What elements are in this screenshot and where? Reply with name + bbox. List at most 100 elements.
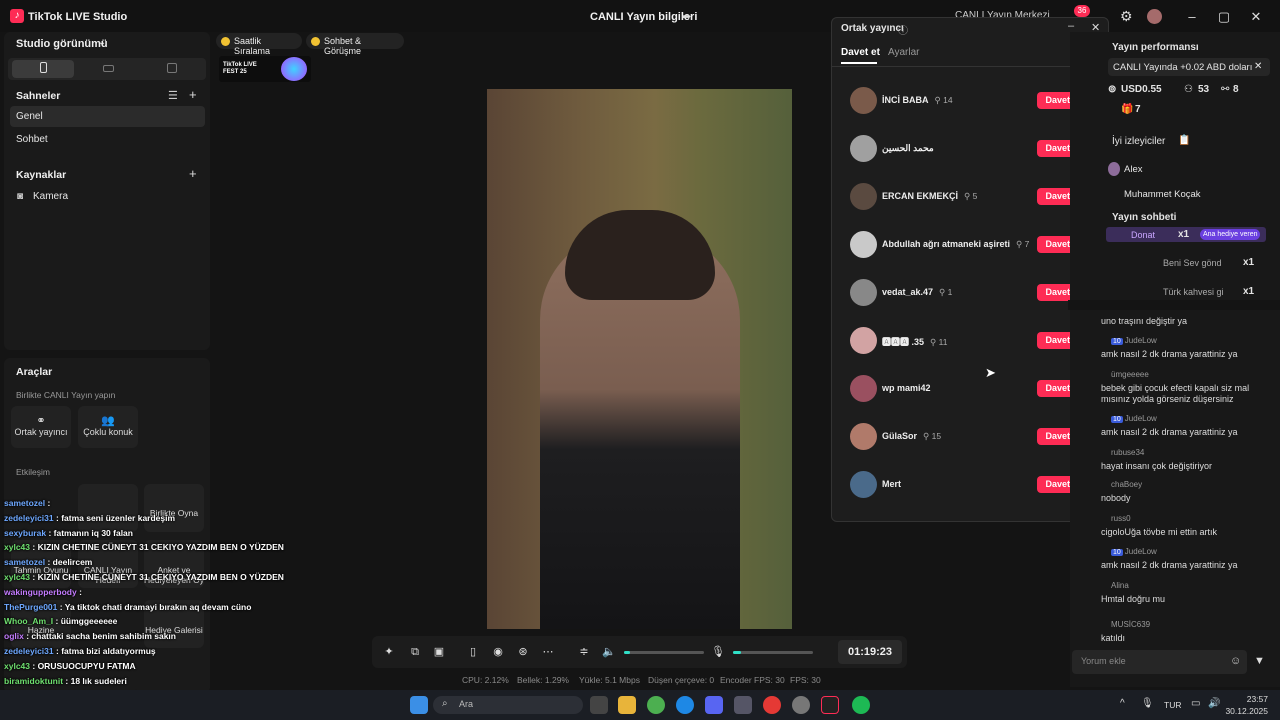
tab-invite[interactable]: Davet et bbox=[841, 47, 880, 58]
chat-username-text: chaBoey bbox=[1111, 480, 1143, 489]
phone-preview-icon[interactable]: ▯ bbox=[466, 645, 480, 659]
multi-guest-card[interactable]: 👥 Çoklu konuk bbox=[78, 406, 138, 448]
chat-username[interactable]: 10 JudeLow bbox=[1111, 336, 1157, 345]
chevron-up-icon[interactable]: ^ bbox=[1120, 698, 1125, 709]
co-host-name: ERCAN EKMEKÇİ ⚲ 5 bbox=[882, 191, 978, 201]
chrome-icon[interactable] bbox=[647, 696, 665, 714]
network-icon[interactable]: ▭ bbox=[1191, 698, 1200, 709]
studio-view-dropdown[interactable]: Studio görünümü bbox=[16, 38, 108, 50]
maximize-button[interactable]: ▢ bbox=[1212, 8, 1236, 26]
language-indicator[interactable]: TUR bbox=[1164, 700, 1181, 710]
viewers-count: 53 bbox=[1198, 84, 1210, 95]
app-icon[interactable] bbox=[734, 696, 752, 714]
chat-username[interactable]: 10 JudeLow bbox=[1111, 414, 1157, 423]
volume-icon[interactable]: 🔊 bbox=[1208, 698, 1220, 709]
clock-date[interactable]: 30.12.2025 bbox=[1222, 706, 1268, 716]
clipboard-icon[interactable]: 📋 bbox=[1178, 135, 1190, 146]
file-explorer-icon[interactable] bbox=[618, 696, 636, 714]
more-icon[interactable]: ⋯ bbox=[541, 645, 555, 659]
tiktok-studio-icon[interactable] bbox=[821, 696, 839, 714]
filter-icon[interactable]: ▼ bbox=[1254, 655, 1265, 667]
chat-message: : fatmanın iq 30 falan bbox=[48, 527, 133, 538]
chat-username[interactable]: MUSİC639 bbox=[1111, 620, 1150, 629]
co-host-name: wp mami42 bbox=[882, 383, 931, 393]
tab-settings[interactable]: Ayarlar bbox=[888, 47, 920, 58]
panel-minimize-button[interactable]: – bbox=[1068, 20, 1074, 32]
mixer-icon[interactable]: ≑ bbox=[577, 645, 591, 659]
close-button[interactable]: ✕ bbox=[1244, 8, 1268, 26]
discord-icon[interactable] bbox=[705, 696, 723, 714]
clock-time[interactable]: 23:57 bbox=[1228, 694, 1268, 704]
effects-icon[interactable]: ⧉ bbox=[408, 645, 422, 659]
comment-input[interactable]: Yorum ekle bbox=[1072, 650, 1247, 674]
camera-settings-icon[interactable]: ⊛ bbox=[516, 645, 530, 659]
hourly-ranking-chip[interactable]: Saatlik Sıralama bbox=[216, 33, 302, 56]
mic-tray-icon[interactable]: 🎙 bbox=[1141, 698, 1154, 709]
add-scene-button[interactable]: + bbox=[189, 87, 197, 102]
co-host-name: Mert bbox=[882, 479, 902, 489]
chat-meet-chip[interactable]: Sohbet & Görüşme bbox=[306, 33, 404, 56]
speaker-icon[interactable]: 🔈 bbox=[602, 645, 616, 659]
microphone-icon[interactable]: 🎙 bbox=[711, 645, 725, 659]
overlay-chat-line: zedeleyici31 : fatma bizi aldatıyormuş bbox=[4, 646, 304, 661]
live-fest-banner[interactable]: TikTok LIVE FEST 25 bbox=[219, 56, 311, 82]
chat-message: : bbox=[79, 586, 82, 597]
overlay-chat-line: sametozel : bbox=[4, 498, 304, 513]
chat-username: zedeleyici31 bbox=[4, 512, 54, 523]
top-viewer-2[interactable]: Muhammet Koçak bbox=[1124, 189, 1201, 199]
chat-message: amk nasıl 2 dk drama yarattiniz ya bbox=[1101, 427, 1238, 437]
follower-count: ⚲ 5 bbox=[964, 191, 978, 201]
link-icon: ⚭ bbox=[36, 415, 46, 427]
record-icon[interactable]: ◉ bbox=[491, 645, 505, 659]
chat-username: zedeleyici31 bbox=[4, 645, 54, 656]
chat-username[interactable]: russ0 bbox=[1111, 514, 1131, 523]
chat-username: sametozel bbox=[4, 498, 46, 508]
windows-start-icon[interactable] bbox=[410, 696, 428, 714]
speaker-volume-slider[interactable] bbox=[624, 651, 704, 654]
banner-close-icon[interactable]: ✕ bbox=[1254, 61, 1262, 72]
help-icon[interactable]: ⓘ bbox=[898, 22, 908, 37]
chat-username[interactable]: rubuse34 bbox=[1111, 448, 1144, 457]
minimize-button[interactable]: – bbox=[1180, 8, 1204, 26]
mic-volume-slider[interactable] bbox=[733, 651, 813, 654]
source-item-camera[interactable]: Kamera bbox=[33, 191, 68, 202]
overlay-chat-line: zedeleyici31 : fatma seni üzenler kardeş… bbox=[4, 513, 304, 528]
chevron-down-icon[interactable]: ⌄ bbox=[98, 37, 106, 48]
live-timer: 01:19:23 bbox=[838, 640, 902, 664]
app-icon[interactable] bbox=[792, 696, 810, 714]
stat-dropped: Düşen çerçeve: 0 bbox=[648, 675, 715, 685]
avatar[interactable] bbox=[1147, 9, 1162, 24]
spotify-icon[interactable] bbox=[852, 696, 870, 714]
hourly-ranking-label: Saatlik Sıralama bbox=[234, 36, 271, 56]
chat-username[interactable]: 10 JudeLow bbox=[1111, 547, 1157, 556]
co-host-card[interactable]: ⚭ Ortak yayıncı bbox=[11, 406, 71, 448]
add-source-button[interactable]: + bbox=[189, 166, 197, 181]
emoji-icon[interactable]: ☺ bbox=[1230, 655, 1241, 667]
list-icon[interactable]: ☰ bbox=[168, 89, 178, 102]
settings-gear-icon[interactable]: ⚙ bbox=[1120, 8, 1133, 25]
chat-username[interactable]: ümgeeeee bbox=[1111, 370, 1149, 379]
chat-username[interactable]: chaBoey bbox=[1111, 480, 1142, 489]
engagement-heading: Etkileşim bbox=[16, 467, 51, 477]
layout-icon[interactable]: ▣ bbox=[432, 645, 446, 659]
top-viewer-1[interactable]: Alex bbox=[1124, 164, 1142, 175]
opera-icon[interactable] bbox=[763, 696, 781, 714]
overlay-chat-line: wakingupperbody : bbox=[4, 587, 304, 602]
share-icon[interactable]: ➦ bbox=[682, 10, 691, 23]
edge-icon[interactable] bbox=[676, 696, 694, 714]
scene-item-sohbet[interactable]: Sohbet bbox=[16, 134, 48, 145]
chat-message: cigoloUğa tövbe mi ettin artık bbox=[1101, 527, 1218, 537]
overlay-chat-line: ThePurge001 : Ya tiktok chati dramayi bı… bbox=[4, 602, 304, 617]
avatar bbox=[850, 183, 877, 210]
co-host-name: İNCİ BABA ⚲ 14 bbox=[882, 95, 953, 105]
follower-count: ⚲ 11 bbox=[930, 337, 948, 347]
multi-tab[interactable] bbox=[167, 63, 177, 73]
chat-message: : KIZIN CHETINE CÜNEYT 31 CEKIYO YAZDIM … bbox=[32, 571, 284, 582]
landscape-tab[interactable] bbox=[103, 65, 114, 72]
scene-item-genel[interactable]: Genel bbox=[16, 111, 43, 122]
magic-wand-icon[interactable]: ✦ bbox=[382, 645, 396, 659]
taskbar-search[interactable]: Ara bbox=[433, 696, 583, 714]
chat-username[interactable]: Alina bbox=[1111, 581, 1129, 590]
gifts-count: 7 bbox=[1135, 104, 1141, 115]
task-view-icon[interactable] bbox=[590, 696, 608, 714]
